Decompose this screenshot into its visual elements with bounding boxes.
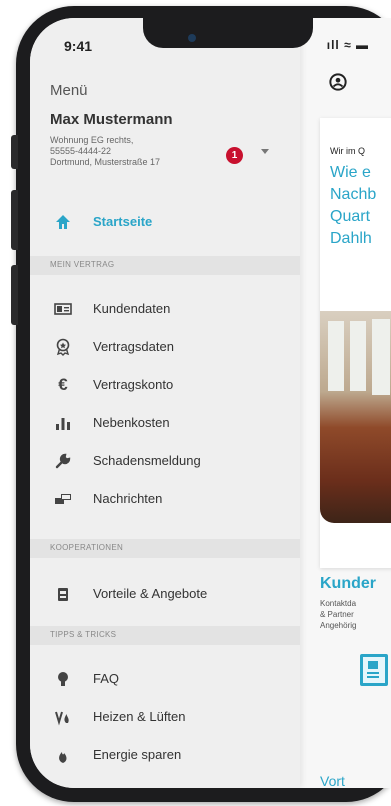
menu-item-label: Nachrichten (93, 491, 163, 506)
menu-item-energie[interactable]: Energie sparen (30, 737, 300, 773)
menu-item-nebenkosten[interactable]: Nebenkosten (30, 405, 300, 441)
menu-item-vertragskonto[interactable]: € Vertragskonto (30, 367, 300, 403)
messages-icon (55, 494, 71, 504)
menu-item-label: FAQ (93, 671, 120, 686)
gift-icon (58, 588, 68, 601)
benefits-card-heading[interactable]: Vort (320, 773, 345, 788)
menu-item-label: Energie sparen (93, 747, 182, 762)
news-card[interactable]: Wir im Q Wie e Nachb Quart Dahlh (320, 118, 391, 568)
menu-item-label: Heizen & Lüften (93, 709, 186, 724)
camera (188, 34, 196, 42)
news-card-heading: Wie e Nachb Quart Dahlh (330, 164, 377, 247)
menu-item-startseite[interactable]: Startseite (30, 204, 300, 240)
menu-item-vertragsdaten[interactable]: Vertragsdaten (30, 329, 300, 365)
news-card-subtitle: Wir im Q (330, 146, 365, 156)
notch (143, 18, 313, 48)
navigation-drawer: Menü Max Mustermann Wohnung EG rechts, 5… (30, 18, 300, 788)
notification-badge[interactable]: 1 (226, 147, 243, 164)
section-header-tips: TIPPS & TRICKS (30, 626, 300, 645)
status-icons: ıll ≈ ▬ (326, 38, 369, 52)
menu-item-heizen[interactable]: Heizen & Lüften (30, 699, 300, 735)
menu-item-label: Nebenkosten (93, 415, 170, 430)
phone-volume-down (11, 265, 18, 325)
menu-item-label: Startseite (93, 214, 153, 229)
menu-item-nachrichten[interactable]: Nachrichten (30, 481, 300, 517)
phone-volume-up (11, 190, 18, 250)
heating-icon (55, 711, 69, 726)
chevron-down-icon[interactable] (261, 149, 269, 154)
menu-item-kundendaten[interactable]: Kundendaten (30, 291, 300, 327)
section-label: KOOPERATIONEN (50, 543, 124, 552)
main-content: Wir im Q Wie e Nachb Quart Dahlh Kunder … (300, 18, 391, 788)
id-card-icon (54, 303, 72, 315)
section-header-coop: KOOPERATIONEN (30, 539, 300, 558)
section-label: TIPPS & TRICKS (50, 630, 117, 639)
user-address[interactable]: Wohnung EG rechts, 55555-4444-22 Dortmun… (50, 135, 160, 168)
account-icon[interactable] (329, 73, 347, 91)
menu-item-label: Kundendaten (93, 301, 171, 316)
home-icon (56, 215, 70, 229)
wrench-icon (55, 453, 71, 469)
flame-icon (59, 752, 67, 763)
menu-item-schadensmeldung[interactable]: Schadensmeldung (30, 443, 300, 479)
news-card-image (320, 311, 391, 523)
menu-item-label: Vertragsdaten (93, 339, 174, 354)
contact-card-icon (360, 654, 388, 686)
customer-card-text: Kontaktda & Partner Angehörig (320, 599, 357, 630)
euro-icon: € (58, 375, 68, 394)
award-icon (56, 338, 70, 356)
menu-item-vorteile[interactable]: Vorteile & Angebote (30, 576, 300, 612)
status-time: 9:41 (64, 38, 93, 54)
customer-card-heading[interactable]: Kunder (320, 575, 376, 593)
menu-item-faq[interactable]: FAQ (30, 661, 300, 697)
section-header-contract: MEIN VERTRAG (30, 256, 300, 275)
section-label: MEIN VERTRAG (50, 260, 115, 269)
menu-item-label: Schadensmeldung (93, 453, 201, 468)
menu-title: Menü (50, 82, 88, 99)
menu-item-label: Vorteile & Angebote (93, 586, 208, 601)
phone-screen: 9:41 ıll ≈ ▬ Wir im Q Wie e Nachb Quart … (30, 18, 391, 788)
user-name[interactable]: Max Mustermann (50, 111, 173, 128)
phone-mute-switch (11, 135, 18, 169)
bar-chart-icon (56, 418, 70, 430)
lightbulb-icon (58, 672, 68, 686)
menu-item-label: Vertragskonto (93, 377, 174, 392)
